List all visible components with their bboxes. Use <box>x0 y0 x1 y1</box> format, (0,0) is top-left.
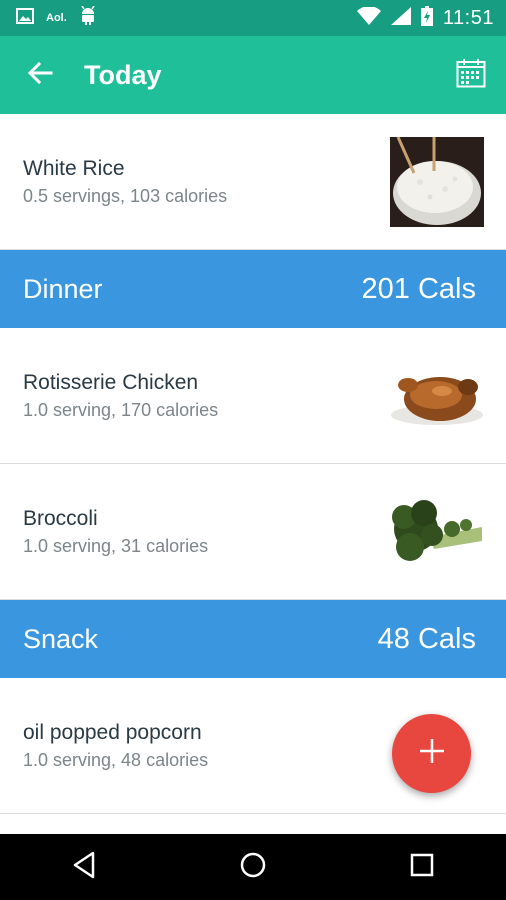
calendar-button[interactable] <box>454 58 488 92</box>
aol-label: Aol. <box>46 12 67 24</box>
system-nav-bar <box>0 834 506 900</box>
white-rice-image <box>390 135 484 227</box>
nav-back-button[interactable] <box>54 842 114 892</box>
list-item[interactable]: White Rice 0.5 servings, 103 calories <box>0 114 506 250</box>
food-name: White Rice <box>23 156 125 180</box>
arrow-left-icon <box>27 61 53 90</box>
meal-name: Snack <box>23 623 99 654</box>
recents-square-icon <box>409 852 435 883</box>
back-triangle-icon <box>71 851 97 884</box>
meal-header-dinner[interactable]: Dinner 201 Cals <box>0 250 506 328</box>
food-detail: 1.0 serving, 170 calories <box>23 399 219 420</box>
battery-charging-icon <box>420 5 433 31</box>
food-name: Broccoli <box>23 506 98 530</box>
broccoli-image <box>390 486 484 577</box>
food-name: Rotisserie Chicken <box>23 370 199 394</box>
calendar-icon <box>456 58 486 93</box>
signal-icon <box>390 6 411 30</box>
meal-header-snack[interactable]: Snack 48 Cals <box>0 600 506 678</box>
page-title: Today <box>84 59 162 90</box>
meal-calories: 48 Cals <box>377 622 476 655</box>
list-item[interactable]: Broccoli 1.0 serving, 31 calories <box>0 464 506 600</box>
meal-calories: 201 Cals <box>361 272 476 305</box>
nav-home-button[interactable] <box>223 842 283 892</box>
list-item[interactable]: Rotisserie Chicken 1.0 serving, 170 calo… <box>0 328 506 464</box>
food-detail: 1.0 serving, 48 calories <box>23 749 209 770</box>
status-time: 11:51 <box>442 6 494 29</box>
nav-recents-button[interactable] <box>392 842 452 892</box>
plus-icon <box>418 737 446 770</box>
add-food-button[interactable] <box>392 714 471 793</box>
food-detail: 1.0 serving, 31 calories <box>23 535 209 556</box>
app-bar: Today <box>0 36 506 114</box>
back-button[interactable] <box>20 55 60 95</box>
food-name: oil popped popcorn <box>23 720 202 744</box>
wifi-icon <box>356 5 381 30</box>
status-bar: Aol. 11:51 <box>0 0 506 36</box>
android-icon <box>79 5 97 31</box>
chicken-image <box>390 350 484 441</box>
image-icon <box>16 7 34 29</box>
meal-name: Dinner <box>23 273 103 304</box>
food-detail: 0.5 servings, 103 calories <box>23 185 228 206</box>
home-circle-icon <box>239 851 267 884</box>
